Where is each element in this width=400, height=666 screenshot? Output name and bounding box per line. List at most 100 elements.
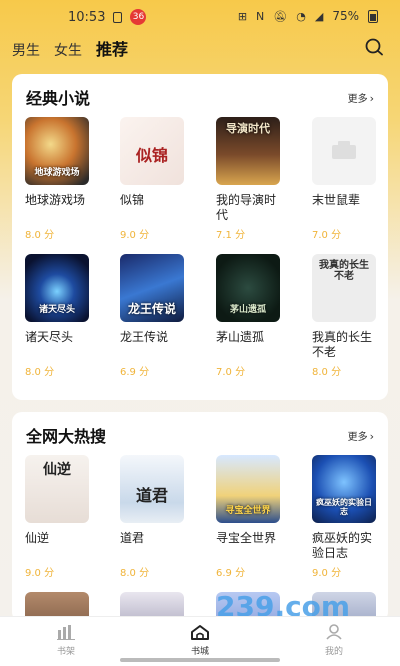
book-score: 6.9 分 bbox=[120, 367, 150, 378]
book-title: 疯巫妖的实验日志 bbox=[312, 531, 373, 560]
more-button[interactable]: 更多 › bbox=[348, 90, 374, 105]
home-indicator[interactable] bbox=[120, 658, 280, 662]
nav-bookstore[interactable]: 书城 bbox=[170, 623, 230, 657]
battery-percent: 75% bbox=[332, 9, 359, 23]
book-score: 8.0 分 bbox=[25, 230, 55, 241]
cover-title: 似锦 bbox=[135, 146, 168, 166]
nav-bookshelf[interactable]: 书架 bbox=[36, 623, 96, 657]
placeholder-book-icon bbox=[332, 141, 356, 159]
book-item[interactable]: 诸天尽头 诸天尽头 bbox=[25, 254, 95, 345]
wifi-icon: ◔ bbox=[296, 9, 306, 23]
book-cover: 我真的长生不老 bbox=[312, 254, 376, 322]
book-title: 我真的长生不老 bbox=[312, 330, 373, 359]
battery-icon bbox=[368, 9, 378, 23]
book-cover: 疯巫妖的实验日志 bbox=[312, 455, 376, 523]
cover-title: 仙逆 bbox=[43, 462, 71, 478]
home-icon bbox=[170, 623, 230, 641]
book-item[interactable]: 仙逆 仙逆 bbox=[25, 455, 95, 546]
book-title: 我的导演时代 bbox=[216, 193, 277, 222]
tab-female[interactable]: 女生 bbox=[54, 40, 82, 60]
book-score: 6.9 分 bbox=[216, 568, 246, 579]
nfc-icon: N bbox=[256, 9, 265, 23]
book-title: 寻宝全世界 bbox=[216, 531, 277, 545]
book-item[interactable]: 似锦 似锦 bbox=[120, 117, 190, 208]
mute-icon: 🔕︎ bbox=[273, 9, 288, 23]
book-score: 7.0 分 bbox=[312, 230, 342, 241]
book-cover: 茅山遗孤 bbox=[216, 254, 280, 322]
notification-badge: 36 bbox=[130, 9, 147, 25]
book-score: 8.0 分 bbox=[120, 568, 150, 579]
sim-icon bbox=[113, 11, 123, 23]
signal-icon: ◢ bbox=[314, 9, 324, 23]
book-cover: 寻宝全世界 bbox=[216, 455, 280, 523]
section-header: 经典小说 更多 › bbox=[26, 86, 374, 108]
book-item[interactable]: 道君 道君 bbox=[120, 455, 190, 546]
cover-title: 疯巫妖的实验日志 bbox=[316, 498, 372, 517]
book-item[interactable]: 疯巫妖的实验日志 疯巫妖的实验日志 bbox=[312, 455, 382, 561]
book-item[interactable]: 茅山遗孤 茅山遗孤 bbox=[216, 254, 286, 345]
tab-male[interactable]: 男生 bbox=[12, 40, 40, 60]
status-right: ⊞ N 🔕︎ ◔ ◢ 75% bbox=[238, 9, 378, 23]
book-cover: 道君 bbox=[120, 455, 184, 523]
cover-title: 道君 bbox=[135, 486, 168, 506]
hd-icon: ⊞ bbox=[237, 9, 248, 23]
book-item[interactable]: 我真的长生不老 我真的长生不老 bbox=[312, 254, 382, 360]
profile-icon bbox=[304, 623, 364, 641]
status-bar: 10:53 36 ⊞ N 🔕︎ ◔ ◢ 75% bbox=[0, 0, 400, 34]
book-score: 8.0 分 bbox=[25, 367, 55, 378]
book-title: 仙逆 bbox=[25, 531, 50, 545]
bottom-navigation: 书架 书城 我的 bbox=[0, 616, 400, 666]
more-button[interactable]: 更多 › bbox=[348, 428, 374, 443]
book-item[interactable]: 地球游戏场 地球游戏场 bbox=[25, 117, 95, 208]
book-title: 末世鼠辈 bbox=[312, 193, 361, 207]
book-cover: 导演时代 bbox=[216, 117, 280, 185]
section-header: 全网大热搜 更多 › bbox=[26, 424, 374, 446]
section-title: 全网大热搜 bbox=[26, 427, 107, 446]
cover-title: 龙王传说 bbox=[127, 301, 176, 316]
book-cover: 诸天尽头 bbox=[25, 254, 89, 322]
book-item[interactable]: 末世鼠辈 bbox=[312, 117, 382, 208]
nav-label: 我的 bbox=[324, 647, 343, 657]
book-item[interactable]: 龙王传说 龙王传说 bbox=[120, 254, 190, 345]
cover-title: 地球游戏场 bbox=[34, 168, 80, 179]
search-icon[interactable] bbox=[364, 37, 384, 57]
category-tabs: 男生 女生 推荐 bbox=[12, 36, 128, 60]
chevron-right-icon: › bbox=[369, 91, 374, 105]
section-classic-novels: 经典小说 更多 › 地球游戏场 地球游戏场 8.0 分 似锦 似锦 9.0 分 导… bbox=[12, 74, 388, 400]
cover-title: 导演时代 bbox=[226, 122, 270, 135]
book-score: 9.0 分 bbox=[312, 568, 342, 579]
book-cover: 龙王传说 bbox=[120, 254, 184, 322]
status-left: 10:53 36 bbox=[68, 9, 147, 25]
cover-title: 寻宝全世界 bbox=[225, 506, 271, 517]
book-title: 地球游戏场 bbox=[25, 193, 86, 207]
book-cover-placeholder bbox=[312, 117, 376, 185]
book-score: 7.1 分 bbox=[216, 230, 246, 241]
chevron-right-icon: › bbox=[369, 429, 374, 443]
tab-recommend[interactable]: 推荐 bbox=[96, 36, 128, 60]
more-label: 更多 bbox=[347, 93, 368, 105]
more-label: 更多 bbox=[347, 431, 368, 443]
book-score: 8.0 分 bbox=[312, 367, 342, 378]
section-title: 经典小说 bbox=[26, 89, 91, 108]
nav-label: 书架 bbox=[56, 647, 75, 657]
cover-title: 茅山遗孤 bbox=[229, 305, 266, 316]
book-score: 9.0 分 bbox=[120, 230, 150, 241]
book-cover: 似锦 bbox=[120, 117, 184, 185]
status-time: 10:53 bbox=[68, 9, 106, 25]
book-score: 9.0 分 bbox=[25, 568, 55, 579]
book-title: 茅山遗孤 bbox=[216, 330, 265, 344]
nav-label: 书城 bbox=[190, 647, 209, 657]
cover-title: 诸天尽头 bbox=[38, 305, 75, 316]
book-score: 7.0 分 bbox=[216, 367, 246, 378]
book-cover: 地球游戏场 bbox=[25, 117, 89, 185]
nav-profile[interactable]: 我的 bbox=[304, 623, 364, 657]
book-item[interactable]: 导演时代 我的导演时代 bbox=[216, 117, 286, 223]
book-title: 诸天尽头 bbox=[25, 330, 74, 344]
book-title: 似锦 bbox=[120, 193, 145, 207]
book-item[interactable]: 寻宝全世界 寻宝全世界 bbox=[216, 455, 286, 546]
book-title: 道君 bbox=[120, 531, 145, 545]
cover-title: 我真的长生不老 bbox=[319, 260, 369, 282]
book-title: 龙王传说 bbox=[120, 330, 169, 344]
book-cover: 仙逆 bbox=[25, 455, 89, 523]
bookshelf-icon bbox=[36, 623, 96, 641]
